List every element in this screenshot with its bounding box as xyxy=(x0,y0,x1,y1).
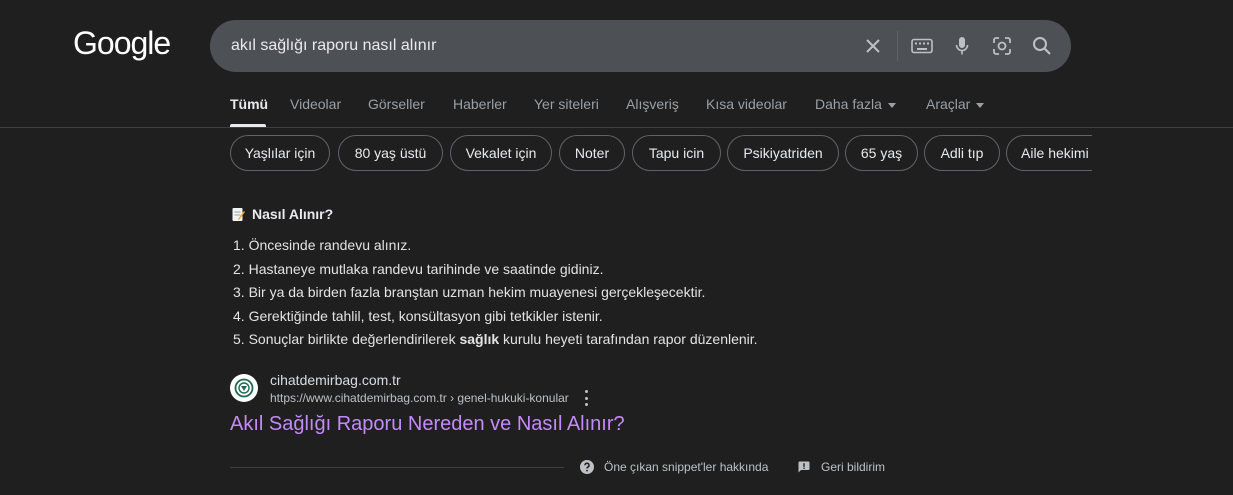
keyboard-icon[interactable] xyxy=(910,34,934,58)
chip[interactable]: Noter xyxy=(559,135,625,171)
more-options-icon[interactable] xyxy=(580,390,592,406)
list-item: 1. Öncesinde randevu alınız. xyxy=(233,237,758,261)
tabs-divider xyxy=(0,127,1233,128)
step-text: Bir ya da birden fazla branştan uzman he… xyxy=(248,284,706,300)
chip[interactable]: Psikiyatriden xyxy=(727,135,839,171)
list-item: 5. Sonuçlar birlikte değerlendirilerek s… xyxy=(233,331,758,355)
result-title-link[interactable]: Akıl Sağlığı Raporu Nereden ve Nasıl Alı… xyxy=(230,413,625,436)
about-snippets-link[interactable]: Öne çıkan snippet'ler hakkında xyxy=(580,460,768,474)
tab-all[interactable]: Tümü xyxy=(230,96,268,112)
tab-tools-label: Araçlar xyxy=(926,96,971,112)
snippet-heading-text: Nasıl Alınır? xyxy=(252,206,334,222)
feedback-label: Geri bildirim xyxy=(821,460,886,474)
step-text: Gerektiğinde tahlil, test, konsültasyon … xyxy=(248,307,603,324)
tab-news[interactable]: Haberler xyxy=(453,96,507,112)
site-favicon xyxy=(230,374,258,402)
step-number: 2. xyxy=(233,260,245,277)
list-item: 2. Hastaneye mutlaka randevu tarihinde v… xyxy=(233,261,758,285)
chip[interactable]: Yaşlılar için xyxy=(230,135,330,171)
tab-shopping[interactable]: Alışveriş xyxy=(626,96,679,112)
step-number: 5. xyxy=(233,331,245,347)
search-bar[interactable]: akıl sağlığı raporu nasıl alınır xyxy=(210,20,1071,72)
tab-places[interactable]: Yer siteleri xyxy=(534,96,599,112)
lens-icon[interactable] xyxy=(990,34,1014,58)
refinement-chips: Yaşlılar için 80 yaş üstü Vekalet için N… xyxy=(230,135,1092,171)
microphone-icon[interactable] xyxy=(950,34,974,58)
search-input[interactable]: akıl sağlığı raporu nasıl alınır xyxy=(231,37,436,55)
tab-more[interactable]: Daha fazla xyxy=(815,96,896,112)
list-item: 4. Gerektiğinde tahlil, test, konsültasy… xyxy=(233,308,758,332)
search-icon[interactable] xyxy=(1030,34,1054,58)
tab-more-label: Daha fazla xyxy=(815,96,882,112)
search-divider xyxy=(897,31,898,61)
snippet-steps: 1. Öncesinde randevu alınız. 2. Hastaney… xyxy=(233,237,758,355)
chip[interactable]: Aile hekimi xyxy=(1006,135,1092,171)
chevron-down-icon xyxy=(976,102,985,108)
chevron-down-icon xyxy=(887,102,896,108)
tab-short-videos[interactable]: Kısa videolar xyxy=(706,96,787,112)
chip[interactable]: 65 yaş xyxy=(845,135,918,171)
step-text-post: kurulu heyeti tarafından rapor düzenleni… xyxy=(499,331,758,347)
close-icon[interactable] xyxy=(861,34,885,58)
memo-icon xyxy=(232,207,245,222)
tab-videos[interactable]: Videolar xyxy=(290,96,341,112)
step-text: Hastaneye mutlaka randevu tarihinde ve s… xyxy=(248,260,604,277)
step-text: Öncesinde randevu alınız. xyxy=(248,237,412,253)
footer-divider xyxy=(230,467,564,468)
chip[interactable]: Tapu icin xyxy=(632,135,721,171)
about-snippets-label: Öne çıkan snippet'ler hakkında xyxy=(604,460,769,474)
snippet-heading: Nasıl Alınır? xyxy=(232,206,333,222)
feedback-link[interactable]: Geri bildirim xyxy=(797,460,885,474)
feedback-icon xyxy=(797,460,811,474)
list-item: 3. Bir ya da birden fazla branştan uzman… xyxy=(233,284,758,308)
site-url: https://www.cihatdemirbag.com.tr › genel… xyxy=(270,391,569,405)
step-text-pre: Sonuçlar birlikte değerlendirilerek xyxy=(248,331,460,347)
step-text-bold: sağlık xyxy=(459,331,500,347)
step-number: 1. xyxy=(233,237,245,253)
chip[interactable]: Adli tıp xyxy=(924,135,1000,171)
site-name: cihatdemirbag.com.tr xyxy=(270,372,401,388)
step-number: 3. xyxy=(233,284,245,300)
step-number: 4. xyxy=(233,307,245,324)
google-logo[interactable]: Google xyxy=(73,25,171,62)
tab-tools[interactable]: Araçlar xyxy=(926,96,985,112)
chip[interactable]: Vekalet için xyxy=(450,135,552,171)
tab-images[interactable]: Görseller xyxy=(368,96,425,112)
chip[interactable]: 80 yaş üstü xyxy=(338,135,443,171)
help-icon xyxy=(580,460,594,474)
